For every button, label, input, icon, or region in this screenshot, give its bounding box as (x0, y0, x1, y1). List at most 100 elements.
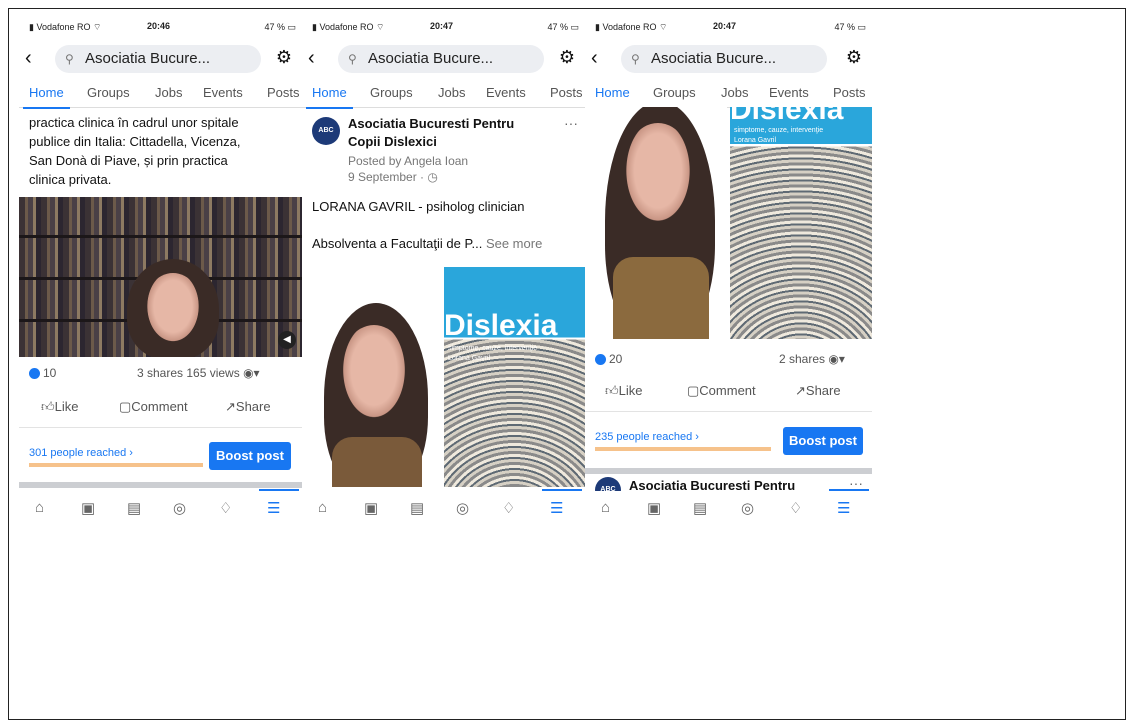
carrier: ▮ Vodafone RO ⌔ (595, 22, 668, 32)
post-date: 9 September · ◷ (348, 170, 438, 184)
tab-groups[interactable]: Groups (370, 85, 413, 100)
post-meta: Posted by Angela Ioan 9 September · ◷ (348, 153, 468, 185)
phone-screen-3: ▮ Vodafone RO ⌔ 20:47 47 % ▭ ‹ ⚲ Asociat… (585, 19, 872, 519)
post-text-line: Absolventa a Facultaţii de P... See more (312, 236, 543, 251)
page-name-line: Asociatia Bucuresti Pentru (348, 116, 515, 131)
more-options-icon[interactable]: ··· (564, 115, 578, 131)
book-title: Dislexia (444, 309, 558, 342)
book-cover[interactable]: Dislexia simptome, cauze, intervenţie Lo… (730, 107, 872, 339)
gear-icon[interactable]: ⚙ (276, 47, 292, 68)
tab-home[interactable]: Home (589, 85, 636, 109)
tab-home[interactable]: Home (23, 85, 70, 109)
search-input[interactable]: ⚲ Asociatia Bucure... (55, 45, 261, 73)
watch-icon[interactable]: ▣ (364, 499, 378, 517)
tab-jobs[interactable]: Jobs (438, 85, 465, 100)
tab-jobs[interactable]: Jobs (721, 85, 748, 100)
gear-icon[interactable]: ⚙ (559, 47, 575, 68)
share-button[interactable]: ↗ Share (225, 399, 271, 415)
tab-posts[interactable]: Posts (833, 85, 866, 100)
battery: 47 % ▭ (834, 22, 866, 32)
portrait-photo[interactable] (302, 267, 444, 487)
post-text-line: LORANA GAVRIL - psiholog clinician (312, 199, 525, 214)
status-bar: ▮ Vodafone RO ⌔ 20:47 47 % ▭ (585, 19, 872, 39)
page-avatar[interactable]: ABC (312, 117, 340, 145)
tab-posts[interactable]: Posts (550, 85, 583, 100)
bottom-nav: ⌂ ▣ ▤ ◎ ♢ ☰ (19, 491, 302, 519)
bell-icon[interactable]: ♢ (502, 499, 515, 517)
video-thumbnail[interactable]: ◀ (19, 197, 302, 357)
bell-icon[interactable]: ♢ (219, 499, 232, 517)
search-text: Asociatia Bucure... (85, 50, 211, 67)
section-divider (19, 482, 302, 488)
bell-icon[interactable]: ♢ (789, 499, 802, 517)
phone-screen-2: ▮ Vodafone RO ⌔ 20:47 47 % ▭ ‹ ⚲ Asociat… (302, 19, 585, 519)
tab-events[interactable]: Events (486, 85, 526, 100)
carrier: ▮ Vodafone RO ⌔ (29, 22, 102, 32)
tab-events[interactable]: Events (769, 85, 809, 100)
person-face (621, 123, 695, 229)
back-icon[interactable]: ‹ (25, 47, 32, 70)
groups-icon[interactable]: ◎ (456, 499, 469, 517)
reach-bar (29, 463, 203, 467)
battery: 47 % ▭ (547, 22, 579, 32)
people-reached-link[interactable]: 235 people reached › (595, 431, 699, 443)
tab-groups[interactable]: Groups (87, 85, 130, 100)
comment-button[interactable]: ▢ Comment (687, 383, 756, 399)
groups-icon[interactable]: ◎ (741, 499, 754, 517)
marketplace-icon[interactable]: ▤ (410, 499, 424, 517)
bottom-nav: ⌂ ▣ ▤ ◎ ♢ ☰ (302, 491, 585, 519)
back-icon[interactable]: ‹ (308, 47, 315, 70)
watch-icon[interactable]: ▣ (647, 499, 661, 517)
gear-icon[interactable]: ⚙ (846, 47, 862, 68)
tab-jobs[interactable]: Jobs (155, 85, 182, 100)
portrait-photo[interactable] (585, 107, 727, 339)
tab-posts[interactable]: Posts (267, 85, 300, 100)
search-icon: ⚲ (65, 52, 74, 66)
person-shoulders (613, 257, 709, 339)
menu-icon[interactable]: ☰ (837, 499, 850, 517)
groups-icon[interactable]: ◎ (173, 499, 186, 517)
menu-icon[interactable]: ☰ (267, 499, 280, 517)
share-button[interactable]: ↗ Share (795, 383, 841, 399)
marketplace-icon[interactable]: ▤ (127, 499, 141, 517)
marketplace-icon[interactable]: ▤ (693, 499, 707, 517)
menu-icon[interactable]: ☰ (550, 499, 563, 517)
phone-screen-1: ▮ Vodafone RO ⌔ 20:46 47 % ▭ ‹ ⚲ Asociat… (19, 19, 302, 519)
clock: 20:46 (147, 21, 171, 31)
posted-by: Posted by Angela Ioan (348, 154, 469, 168)
search-input[interactable]: ⚲ Asociatia Bucure... (621, 45, 827, 73)
search-row: ‹ ⚲ Asociatia Bucure... ⚙ (19, 43, 302, 75)
tab-home[interactable]: Home (306, 85, 353, 109)
like-button[interactable]: 👍︎ Like (605, 383, 642, 399)
tab-groups[interactable]: Groups (653, 85, 696, 100)
page-name[interactable]: Asociatia Bucuresti Pentru Copii Dislexi… (348, 115, 514, 151)
people-reached-link[interactable]: 301 people reached › (29, 447, 133, 459)
like-reaction-icon (595, 354, 606, 366)
home-icon[interactable]: ⌂ (318, 499, 327, 516)
action-bar: 👍︎ Like ▢ Comment ↗ Share (585, 383, 872, 403)
like-button[interactable]: 👍︎ Like (41, 399, 78, 415)
status-bar: ▮ Vodafone RO ⌔ 20:47 47 % ▭ (302, 19, 585, 39)
sound-icon[interactable]: ◀ (278, 331, 296, 349)
book-cover[interactable]: Dislexia simptome, cauze, intervenţie Lo… (444, 267, 585, 487)
boost-post-button[interactable]: Boost post (783, 427, 863, 455)
see-more-link[interactable]: See more (486, 236, 542, 251)
book-subtitle: simptome, cauze, intervenţie (734, 127, 824, 134)
watch-icon[interactable]: ▣ (81, 499, 95, 517)
person-shoulders (332, 437, 422, 487)
search-row: ‹ ⚲ Asociatia Bucure... ⚙ (585, 43, 872, 75)
comment-button[interactable]: ▢ Comment (119, 399, 188, 415)
home-icon[interactable]: ⌂ (601, 499, 610, 516)
search-input[interactable]: ⚲ Asociatia Bucure... (338, 45, 544, 73)
boost-post-button[interactable]: Boost post (209, 442, 291, 470)
reaction-count: 10 (29, 366, 56, 380)
person-face (338, 325, 410, 425)
clock: 20:47 (713, 21, 737, 31)
battery: 47 % ▭ (264, 22, 296, 32)
home-icon[interactable]: ⌂ (35, 499, 44, 516)
back-icon[interactable]: ‹ (591, 47, 598, 70)
tab-bar: Home Groups Jobs Events Posts (302, 77, 585, 109)
search-text: Asociatia Bucure... (651, 50, 777, 67)
divider (585, 411, 872, 412)
tab-events[interactable]: Events (203, 85, 243, 100)
